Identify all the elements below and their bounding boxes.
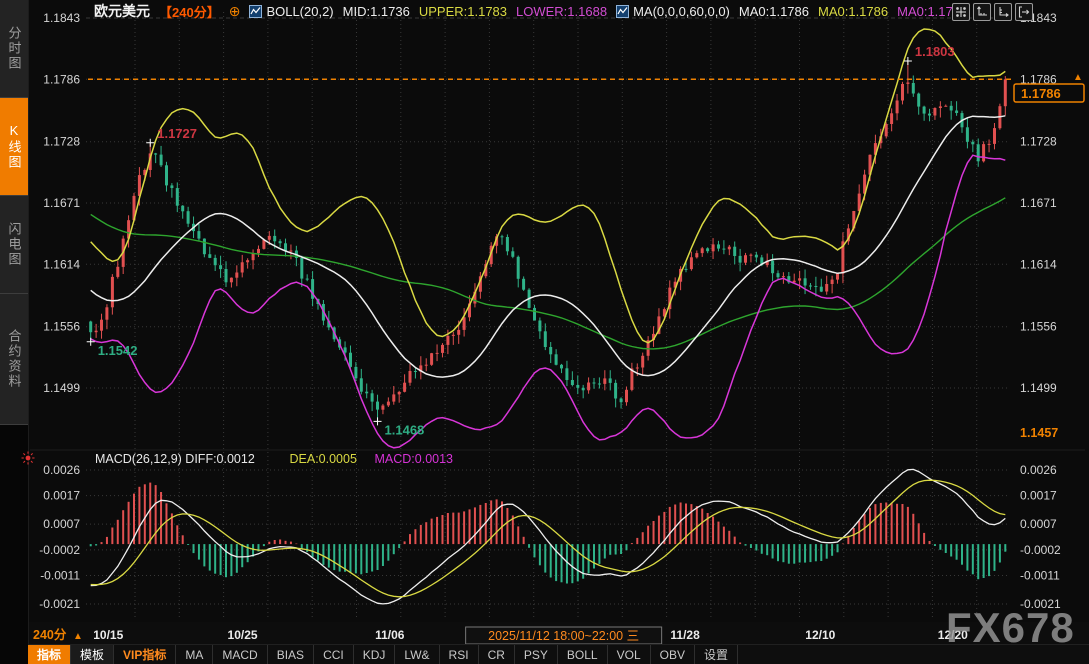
tooltip-datetime-text: 2025/11/12 18:00~22:00 三 [488, 629, 639, 643]
macd-tick-left: 0.0017 [43, 489, 80, 503]
bottom-toolbar: 指标模板VIP指标MAMACDBIASCCIKDJLW&RSICRPSYBOLL… [28, 644, 1089, 664]
macd-tick-right: -0.0011 [1020, 568, 1060, 582]
price-up-arrow: ▲ [1073, 72, 1083, 83]
sidebar-item-contract-info[interactable]: 合约资料 [0, 294, 28, 425]
macd-tick-left: 0.0007 [43, 517, 80, 531]
macd-tick-left: -0.0002 [39, 543, 80, 557]
toolbar-tab-0[interactable]: 指标 [28, 645, 71, 664]
price-tick-left: 1.1843 [43, 11, 80, 25]
xaxis-date-label: 12/10 [805, 628, 835, 642]
macd-tick-left: -0.0021 [39, 597, 80, 611]
toolbar-tab-1[interactable]: 模板 [71, 645, 114, 664]
trading-app-window: 1.17271.18031.15421.14681.18431.18431.17… [0, 0, 1089, 664]
indicator-segment-5: MA0:1.1786 [739, 4, 809, 19]
price-tick-left: 1.1728 [43, 135, 80, 149]
price-annotation: 1.1468 [385, 422, 425, 437]
indicator-text: MA0:1.1786 [739, 4, 809, 19]
toolbar-tab-2[interactable]: VIP指标 [114, 645, 176, 664]
price-tick-left: 1.1556 [43, 320, 80, 334]
macd-header-segment: DEA:0.0005 [290, 452, 357, 466]
toolbar-tab-12[interactable]: BOLL [558, 645, 608, 664]
indicator-segment-1: MID:1.1736 [343, 4, 410, 19]
toolbar-tab-11[interactable]: PSY [515, 645, 558, 664]
macd-tick-right: 0.0007 [1020, 517, 1057, 531]
chart-tool-buttons [952, 3, 1033, 21]
toolbar-tab-15[interactable]: 设置 [695, 645, 738, 664]
indicator-legend-icon [249, 5, 262, 18]
price-annotation: 1.1542 [98, 343, 138, 358]
xaxis-period-label[interactable]: 240分 [33, 627, 67, 642]
toolbar-tab-4[interactable]: MACD [213, 645, 267, 664]
indicator-text: LOWER:1.1688 [516, 4, 607, 19]
detach-tool-icon[interactable] [1015, 3, 1033, 21]
price-tick-right: 1.1728 [1020, 135, 1057, 149]
alert-icon [21, 451, 35, 470]
xaxis-date-label: 11/06 [375, 628, 405, 642]
indicator-legend-icon [616, 5, 629, 18]
session-low-label: 1.1457 [1020, 426, 1058, 440]
toolbar-tab-3[interactable]: MA [176, 645, 213, 664]
period-label: 【240分】 [159, 2, 220, 21]
measure-left-tool-icon[interactable] [973, 3, 991, 21]
measure-right-tool-icon[interactable] [994, 3, 1012, 21]
indicator-segment-2: UPPER:1.1783 [419, 4, 507, 19]
indicator-segment-0: BOLL(20,2) [249, 4, 333, 19]
toolbar-tab-6[interactable]: CCI [314, 645, 354, 664]
macd-tick-left: -0.0011 [40, 568, 80, 582]
macd-header-segment: MACD(26,12,9) DIFF:0.0012 [95, 452, 255, 466]
xaxis-date-label: 10/25 [228, 628, 258, 642]
indicator-header: 欧元美元 【240分】 ⊕ BOLL(20,2) MID:1.1736 UPPER:… [94, 2, 967, 20]
toolbar-tab-14[interactable]: OBV [651, 645, 695, 664]
add-indicator-icon[interactable]: ⊕ [229, 4, 241, 18]
sidebar-item-time-share-chart[interactable]: 分时图 [0, 0, 28, 98]
price-tick-right: 1.1671 [1020, 196, 1057, 210]
sidebar-item-kline-chart[interactable]: K线图 [0, 98, 28, 196]
macd-tick-right: 0.0017 [1020, 489, 1057, 503]
price-tick-left: 1.1499 [43, 381, 80, 395]
price-annotation: 1.1803 [915, 44, 955, 59]
indicator-text: MID:1.1736 [343, 4, 410, 19]
toolbar-tab-7[interactable]: KDJ [354, 645, 396, 664]
indicator-segment-6: MA0:1.1786 [818, 4, 888, 19]
sidebar-item-lightning-chart[interactable]: 闪电图 [0, 196, 28, 294]
price-annotation: 1.1727 [157, 126, 197, 141]
toolbar-tab-5[interactable]: BIAS [268, 645, 314, 664]
price-tick-left: 1.1671 [43, 196, 80, 210]
crosshair-tool-icon[interactable] [952, 3, 970, 21]
indicator-segment-4: MA(0,0,0,60,0,0) [616, 4, 730, 19]
toolbar-tab-8[interactable]: LW& [395, 645, 439, 664]
price-tick-right: 1.1556 [1020, 320, 1057, 334]
indicator-segment-3: LOWER:1.1688 [516, 4, 607, 19]
price-tick-left: 1.1786 [43, 72, 80, 86]
macd-tick-left: 0.0026 [43, 463, 80, 477]
chart-canvas[interactable]: 1.17271.18031.15421.14681.18431.18431.17… [0, 0, 1089, 664]
macd-tick-right: -0.0021 [1020, 597, 1061, 611]
indicator-text: BOLL(20,2) [266, 4, 333, 19]
toolbar-tab-10[interactable]: CR [479, 645, 515, 664]
xaxis-date-label: 11/28 [670, 628, 700, 642]
left-sidebar: 分时图K线图闪电图合约资料 [0, 0, 29, 664]
symbol-name: 欧元美元 [94, 1, 150, 21]
indicator-text: UPPER:1.1783 [419, 4, 507, 19]
toolbar-tab-9[interactable]: RSI [440, 645, 479, 664]
price-tick-right: 1.1614 [1020, 257, 1057, 271]
macd-tick-right: 0.0026 [1020, 463, 1057, 477]
xaxis-date-label: 12/20 [938, 628, 968, 642]
current-price-value: 1.1786 [1021, 86, 1061, 101]
macd-header-segment: MACD:0.0013 [375, 452, 454, 466]
indicator-text: MA0:1.1786 [818, 4, 888, 19]
price-tick-left: 1.1614 [43, 257, 80, 271]
indicator-text: MA(0,0,0,60,0,0) [633, 4, 730, 19]
period-up-arrow[interactable]: ▲ [73, 631, 83, 642]
macd-tick-right: -0.0002 [1020, 543, 1061, 557]
price-tick-right: 1.1499 [1020, 381, 1057, 395]
xaxis-date-label: 10/15 [93, 628, 123, 642]
toolbar-tab-13[interactable]: VOL [608, 645, 651, 664]
